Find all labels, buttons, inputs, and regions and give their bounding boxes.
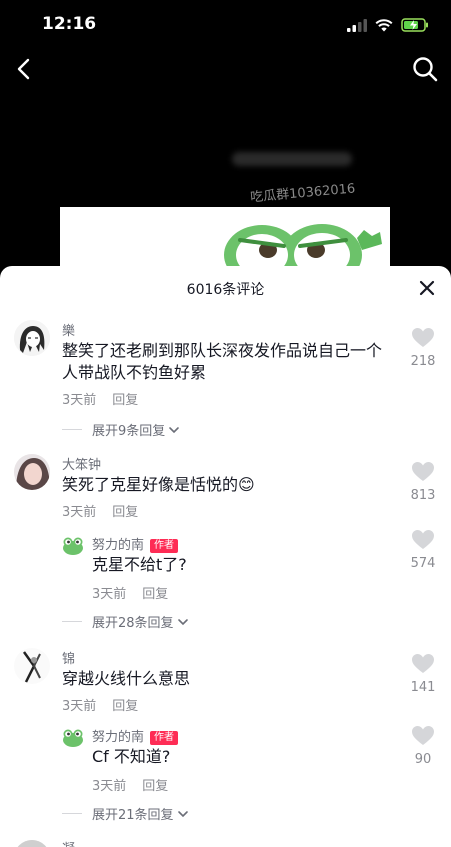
status-time: 12:16 [42, 14, 97, 34]
username-text: 凝 [62, 842, 75, 847]
frog-avatar-icon [62, 726, 84, 748]
divider-line [62, 813, 82, 814]
like-count: 574 [410, 556, 436, 571]
like-button[interactable]: 574 [407, 530, 439, 571]
comment-text-content: 笑死了克星好像是恬悦的 [62, 475, 239, 494]
expand-replies-button[interactable]: 展开9条回复 [62, 420, 181, 439]
comment-username[interactable]: 锦 [62, 648, 75, 667]
author-badge: 作者 [150, 731, 179, 745]
comments-count-title: 6016条评论 [186, 282, 265, 298]
avatar[interactable] [62, 534, 84, 556]
comment-time: 3天前 [92, 587, 127, 602]
like-count: 813 [410, 488, 436, 503]
like-count: 218 [410, 354, 436, 369]
comment-time: 3天前 [62, 505, 97, 520]
wifi-icon [375, 19, 393, 32]
username-text: 大笨钟 [62, 458, 102, 473]
username-text: 锦 [62, 652, 76, 667]
like-button[interactable]: 90 [407, 726, 439, 767]
video-player[interactable]: 吃瓜群10362016 [0, 90, 451, 270]
comment-text: 笑死了克星好像是恬悦的😊 [62, 474, 392, 496]
close-icon [419, 280, 435, 296]
back-button[interactable] [12, 54, 36, 84]
heart-icon [412, 462, 434, 481]
reply-button[interactable]: 回复 [142, 587, 168, 602]
avatar[interactable] [14, 454, 50, 490]
avatar[interactable] [14, 320, 50, 356]
reply-button[interactable]: 回复 [112, 393, 138, 408]
top-nav [0, 52, 451, 88]
chevron-down-icon [177, 618, 188, 625]
frog-sticker-image [224, 224, 382, 270]
comment-meta: 3天前 回复 [62, 389, 138, 408]
comment-time: 3天前 [92, 779, 127, 794]
comment-meta: 3天前 回复 [62, 501, 138, 520]
reply-button[interactable]: 回复 [112, 699, 138, 714]
avatar[interactable] [62, 726, 84, 748]
comment-time: 3天前 [62, 699, 97, 714]
author-badge: 作者 [150, 539, 179, 553]
comment-time: 3天前 [62, 393, 97, 408]
comments-header: 6016条评论 [0, 266, 451, 310]
divider-line [62, 621, 82, 622]
sketch-avatar-icon [14, 648, 50, 684]
user-avatar-icon [14, 840, 50, 847]
like-button[interactable]: 141 [407, 654, 439, 695]
comment-text: 穿越火线什么意思 [62, 669, 191, 688]
comment-username[interactable]: 努力的南 作者 [92, 726, 179, 745]
chevron-down-icon [177, 810, 188, 817]
comment-meta: 3天前 回复 [92, 583, 168, 602]
username-text: 努力的南 [92, 730, 145, 745]
status-icons [347, 16, 429, 34]
girl-photo-avatar-icon [14, 454, 50, 490]
status-bar: 12:16 [0, 0, 451, 50]
chevron-down-icon [169, 426, 180, 433]
heart-icon [412, 530, 434, 549]
avatar[interactable] [14, 840, 50, 847]
comment-username[interactable]: 樂 [62, 320, 75, 339]
close-button[interactable] [417, 278, 437, 298]
like-button[interactable]: 218 [407, 328, 439, 369]
chevron-left-icon [17, 58, 30, 80]
comment-meta: 3天前 回复 [62, 695, 138, 714]
video-watermark: 吃瓜群10362016 [249, 181, 356, 206]
comment-username[interactable]: 努力的南 作者 [92, 534, 179, 553]
frog-avatar-icon [62, 534, 84, 556]
comment-username[interactable]: 凝 [62, 838, 75, 847]
reply-button[interactable]: 回复 [112, 505, 138, 520]
like-button[interactable]: 813 [407, 462, 439, 503]
anime-girl-avatar-icon [14, 320, 50, 356]
like-count: 90 [414, 752, 432, 767]
comment-text: Cf 不知道? [92, 747, 171, 766]
expand-replies-label: 展开28条回复 [92, 616, 174, 631]
comment-username[interactable]: 大笨钟 [62, 454, 101, 473]
smile-emoji: 😊 [238, 475, 255, 494]
comment-text: 整笑了还老刷到那队长深夜发作品说自己一个人带战队不钓鱼好累 [62, 341, 383, 382]
signal-icon [347, 18, 367, 32]
expand-replies-label: 展开21条回复 [92, 808, 174, 823]
blurred-caption [232, 152, 352, 166]
username-text: 樂 [62, 324, 76, 339]
comments-sheet: 6016条评论 樂 整笑了还老刷到那队长深夜发作品说自己一个人带战队不钓鱼好累 … [0, 266, 451, 847]
like-count: 141 [410, 680, 436, 695]
username-text: 努力的南 [92, 538, 145, 553]
avatar[interactable] [14, 648, 50, 684]
comment-text: 克星不给t了? [92, 555, 187, 574]
battery-charging-icon [401, 18, 428, 32]
expand-replies-button[interactable]: 展开21条回复 [62, 804, 190, 823]
heart-icon [412, 328, 434, 347]
comment-meta: 3天前 回复 [92, 775, 168, 794]
heart-icon [412, 726, 434, 745]
divider-line [62, 429, 82, 430]
expand-replies-label: 展开9条回复 [92, 424, 166, 439]
search-button[interactable] [411, 55, 439, 83]
expand-replies-button[interactable]: 展开28条回复 [62, 612, 190, 631]
heart-icon [412, 654, 434, 673]
reply-button[interactable]: 回复 [142, 779, 168, 794]
search-icon [413, 57, 438, 82]
